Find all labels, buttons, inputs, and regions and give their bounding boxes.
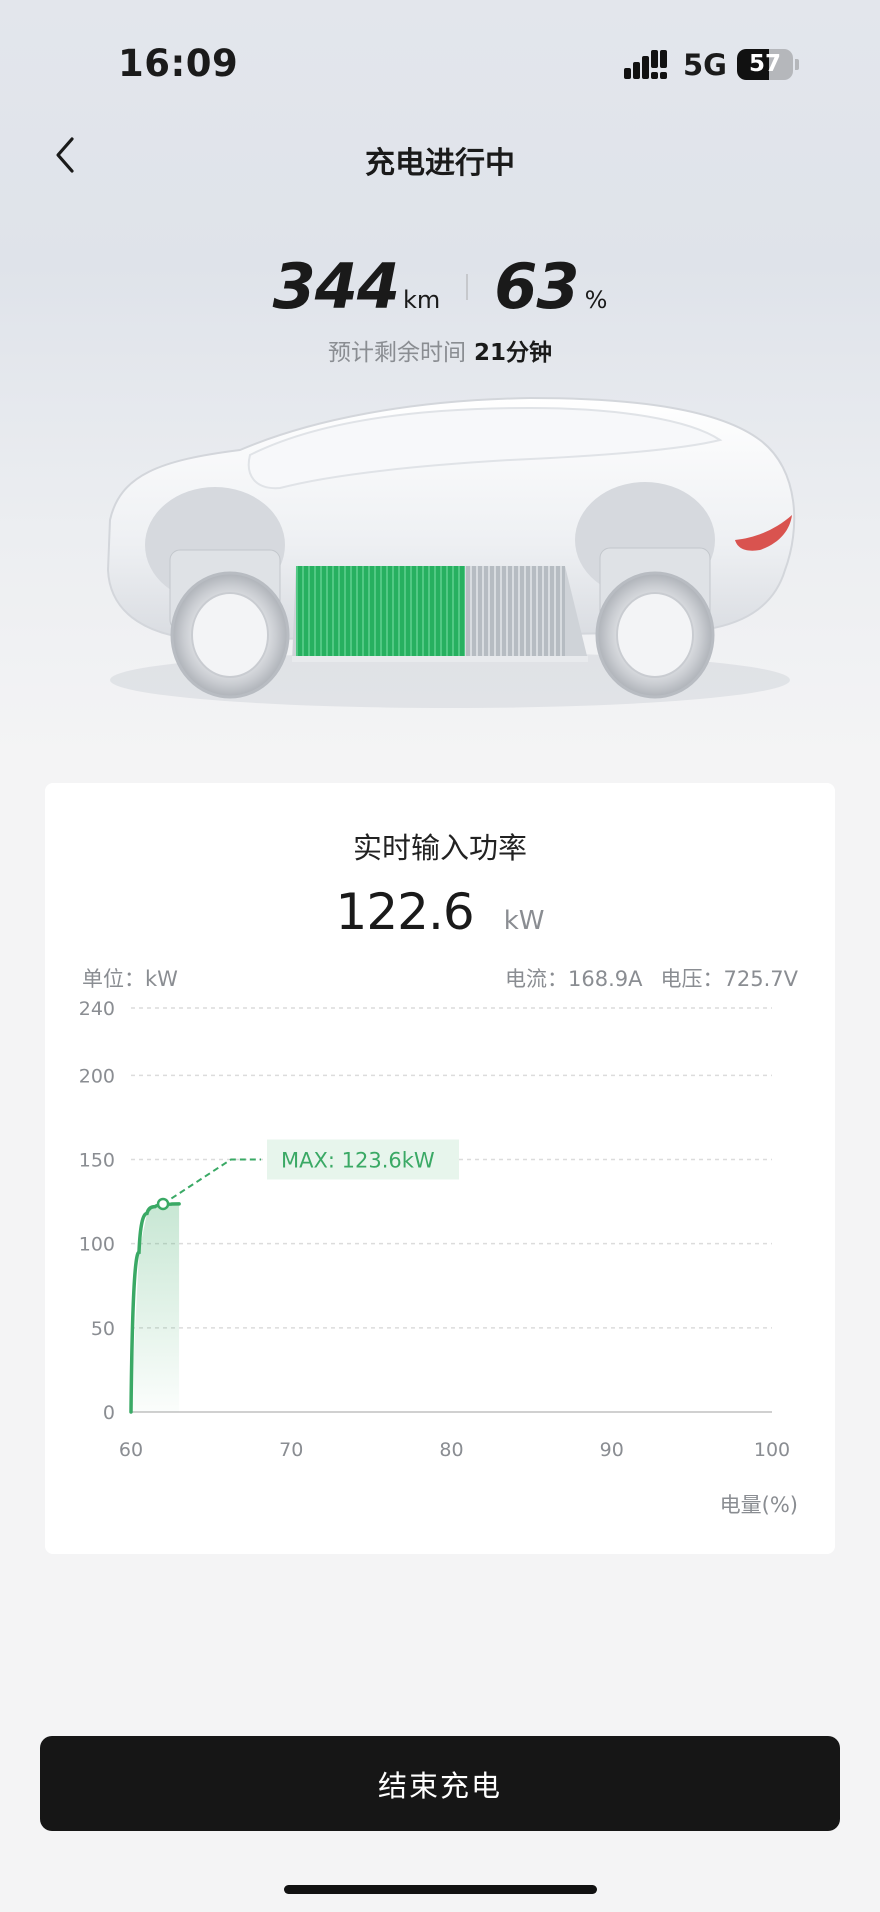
y-tick-label: 0 — [103, 1402, 115, 1424]
power-value: 122.6 — [335, 883, 475, 941]
y-tick-label: 200 — [79, 1065, 115, 1087]
remaining-time: 预计剩余时间 21分钟 — [0, 333, 880, 367]
soc-value: 63 — [494, 250, 579, 323]
power-card-title: 实时输入功率 — [352, 831, 527, 865]
power-chart: 240 200 150 100 50 060 70 80 90 100 MAX: 123.6kW — [79, 998, 790, 1461]
x-axis-title: 电量(%) — [719, 1493, 798, 1517]
soc-unit: % — [584, 286, 608, 314]
max-point-marker — [156, 1197, 170, 1211]
x-tick-label: 90 — [600, 1439, 624, 1461]
y-tick-label: 100 — [79, 1234, 115, 1256]
x-tick-label: 60 — [119, 1439, 143, 1461]
status-bar: 16:09 5G 57 — [0, 0, 880, 120]
y-tick-label: 50 — [91, 1318, 115, 1340]
power-unit: kW — [503, 906, 545, 936]
x-tick-label: 70 — [279, 1439, 303, 1461]
home-indicator — [284, 1885, 597, 1894]
y-tick-label: 150 — [79, 1150, 115, 1172]
max-leader-line — [162, 1158, 261, 1205]
y-tick-label: 240 — [79, 998, 115, 1020]
power-readout: 122.6 kW — [45, 883, 835, 941]
range-value: 344 — [272, 250, 400, 323]
remaining-time-label: 预计剩余时间 — [327, 340, 466, 366]
battery-icon: 57 — [737, 49, 793, 80]
cellular-signal-icon — [624, 50, 667, 79]
network-type: 5G — [683, 48, 727, 82]
series-area — [131, 1203, 180, 1412]
x-tick-label: 80 — [439, 1439, 463, 1461]
remaining-time-value: 21分钟 — [473, 340, 552, 366]
battery-cap — [795, 59, 799, 70]
status-time: 16:09 — [118, 42, 239, 85]
car-illustration — [106, 396, 796, 708]
charge-summary: 344 km 63 % — [0, 250, 880, 323]
summary-divider — [466, 273, 469, 300]
range-unit: km — [403, 286, 441, 314]
end-charge-button[interactable]: 结束充电 — [40, 1736, 840, 1831]
battery-level: 57 — [748, 51, 781, 77]
battery-pack — [292, 566, 588, 662]
page-title: 充电进行中 — [365, 146, 515, 181]
x-tick-label: 100 — [754, 1439, 790, 1461]
power-card: 实时输入功率 122.6 kW 单位：kW 电流：168.9A 电压：725.7V… — [45, 783, 835, 1554]
max-label: MAX: 123.6kW — [281, 1149, 435, 1173]
